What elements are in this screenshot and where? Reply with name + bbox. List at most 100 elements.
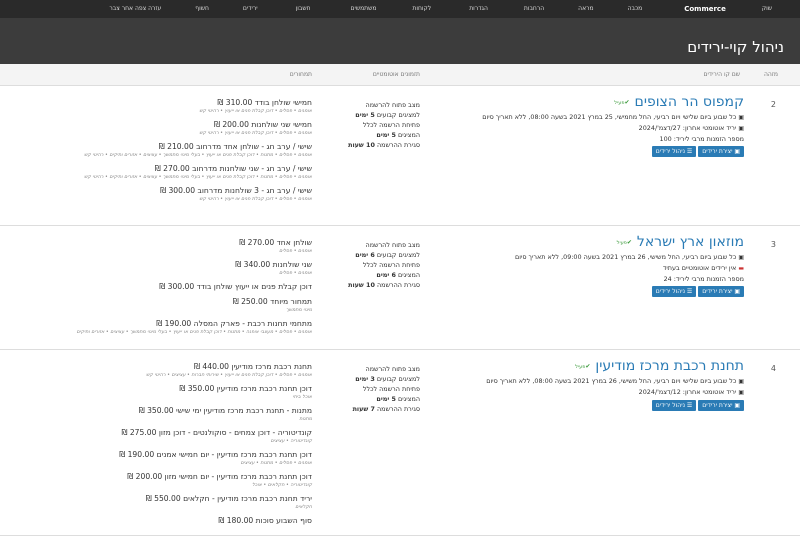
manage-fairs-button[interactable]: ☰ ניהול ירידים	[651, 400, 697, 411]
schedule-line: מצב פתוח להרשמה	[340, 240, 420, 250]
price-title: דוכן תחנת רכבת מרכז מודיעין - יום חמישי …	[119, 450, 312, 459]
fair-info: מוזאון ארץ ישראל ✔פעיל ▣כל שבוע ביום רביעי…	[424, 232, 744, 297]
price-title: דוכן קבלת פנים או ייעוץ שולחן בודד 300.0…	[159, 282, 312, 291]
price-item: קונדיטוריה - דוכן צמחים - סוקולנטים - דו…	[12, 428, 312, 445]
price-categories: אומנים • פסלים • דוכן קבלת פנים או ייעוץ…	[199, 131, 312, 136]
fair-name-link[interactable]: קמפוס הר הצופים	[635, 94, 744, 110]
price-categories: אומנים • פסלים • דוכן קבלת פנים או ייעוץ…	[199, 109, 312, 114]
price-title: תמחור מיוחד 250.00 ₪	[232, 297, 312, 306]
nav-item-7[interactable]: משתמשים	[351, 0, 377, 18]
price-categories: חקלאים	[295, 505, 312, 510]
fair-detail-line: ▬אין ירידים אוטומטיים בעתיד	[424, 263, 744, 274]
col-header-schedule: תזמונים אוטומטיים	[372, 71, 420, 78]
price-item: שישי / ערב חג - שולחן אחד מדרחוב 210.00 …	[12, 142, 312, 159]
fair-id: 3	[770, 240, 776, 249]
fair-detail-line: ▣יריד אוטומטי אחרון: 12/דצמ'/2024	[424, 387, 744, 398]
schedule-line: סגירת ההרשמה 7 שעות	[340, 404, 420, 414]
fair-name-link[interactable]: מוזאון ארץ ישראל	[637, 234, 744, 250]
price-title: חמישי שולחן בודד 310.00 ₪	[217, 98, 312, 107]
fair-detail-text: כל שבוע ביום רביעי, החל משישי, 26 במרץ 2…	[514, 253, 737, 261]
schedule-value: 6 ימים	[376, 271, 396, 279]
price-title: תחנת רכבת מרכז מודיעין 440.00 ₪	[194, 362, 312, 371]
price-item: יריד תחנת רכבת מרכז מודיעין - חקלאים 550…	[12, 494, 312, 511]
nav-item-5[interactable]: הגדרות	[469, 0, 488, 18]
fair-name-link[interactable]: תחנת רכבת מרכז מודיעין	[595, 358, 744, 374]
schedule-value: 10 שעות	[348, 141, 375, 149]
create-fairs-button[interactable]: ▣ יצירת ירידים	[698, 400, 744, 411]
schedule-line: פתיחת הרשמה לכלל	[340, 120, 420, 130]
nav-item-11[interactable]: עזרה צפה אחר צבר	[109, 0, 161, 18]
check-icon: ✔	[626, 238, 632, 246]
nav-item-1[interactable]: Commerce	[684, 0, 726, 18]
fair-name-line: תחנת רכבת מרכז מודיעין ✔פעיל	[424, 356, 744, 376]
schedule-text: סגירת ההרשמה	[374, 281, 420, 289]
price-title: שולחן אחד 270.00 ₪	[239, 238, 312, 247]
fair-detail-line: ▣כל שבוע ביום רביעי, החל משישי, 26 במרץ …	[424, 252, 744, 263]
fair-detail-line: ▣יריד אוטומטי אחרון: 27/דצמ'/2024	[424, 123, 744, 134]
schedule-text: מצב פתוח להרשמה	[365, 365, 420, 373]
nav-item-8[interactable]: חשבון	[296, 0, 311, 18]
price-item: תמחור מיוחד 250.00 ₪ מיגוי מתמשך	[12, 297, 312, 314]
price-title: קונדיטוריה - דוכן צמחים - סוקולנטים - דו…	[121, 428, 312, 437]
schedule-line: המציגים 6 ימים	[340, 270, 420, 280]
schedule-text: למציגים קבועים	[374, 111, 420, 119]
schedule-line: מצב פתוח להרשמה	[340, 100, 420, 110]
schedule-text: סגירת ההרשמה	[374, 141, 420, 149]
price-item: חמישי שולחן בודד 310.00 ₪ אומנים • פסלים …	[12, 98, 312, 115]
price-categories: אומנים • פסלים	[279, 249, 312, 254]
pricing-list: שולחן אחד 270.00 ₪ אומנים • פסלים שני שולח…	[12, 238, 312, 341]
nav-item-6[interactable]: לקוחות	[412, 0, 431, 18]
fair-info: תחנת רכבת מרכז מודיעין ✔פעיל ▣כל שבוע ביום…	[424, 356, 744, 411]
fair-detail-line: ▣כל שבוע ביום שלישי ויום רביעי, החל משיש…	[424, 376, 744, 387]
nav-item-0[interactable]: שוק	[762, 0, 772, 18]
create-fairs-button[interactable]: ▣ יצירת ירידים	[698, 146, 744, 157]
price-categories: קונדיטוריה • עציצים	[270, 439, 312, 444]
fair-detail-text: כל שבוע ביום שלישי ויום רביעי, החל משישי…	[486, 377, 737, 385]
auto-schedule: מצב פתוח להרשמה למציגים קבועים 6 ימים פתיח…	[340, 240, 420, 290]
price-item: חמישי שני שולחנות 200.00 ₪ אומנים • פסלים…	[12, 120, 312, 137]
auto-schedule: מצב פתוח להרשמה למציגים קבועים 3 ימים פתיח…	[340, 364, 420, 414]
price-categories: אומנים • פסלים • מעצבי אופנה • מתנות • ד…	[76, 330, 312, 335]
check-icon: ✔	[585, 362, 591, 370]
manage-fairs-button[interactable]: ☰ ניהול ירידים	[651, 146, 697, 157]
nav-item-10[interactable]: חשוף	[195, 0, 209, 18]
nav-item-3[interactable]: מראה	[578, 0, 593, 18]
fair-row: 4 תחנת רכבת מרכז מודיעין ✔פעיל ▣כל שבוע ביו…	[0, 350, 800, 536]
fair-id: 4	[770, 364, 776, 373]
fair-detail-text: כל שבוע ביום שלישי ויום רביעי, החל מחמיש…	[482, 113, 737, 121]
fair-actions: ▣ יצירת ירידים ☰ ניהול ירידים	[424, 286, 744, 297]
active-label: פעיל	[616, 239, 627, 246]
pricing-list: חמישי שולחן בודד 310.00 ₪ אומנים • פסלים …	[12, 98, 312, 208]
calendar-icon: ▣	[738, 378, 744, 385]
fair-id: 2	[770, 100, 776, 109]
schedule-text: למציגים קבועים	[374, 251, 420, 259]
nav-item-4[interactable]: הרחבות	[524, 0, 544, 18]
schedule-value: 5 ימים	[355, 111, 375, 119]
top-nav-items: שוק Commerce מכבה מראה הרחבות הגדרות לקוחות משת…	[73, 0, 772, 18]
price-title: שני שולחנות 340.00 ₪	[235, 260, 312, 269]
create-fairs-button[interactable]: ▣ יצירת ירידים	[698, 286, 744, 297]
schedule-line: סגירת ההרשמה 10 שעות	[340, 280, 420, 290]
schedule-line: פתיחת הרשמה לכלל	[340, 384, 420, 394]
active-label: פעיל	[614, 99, 625, 106]
price-title: דוכן תחנת רכבת מרכז מודיעין 350.00 ₪	[179, 384, 312, 393]
col-header-pricing: תמחורים	[289, 71, 312, 78]
schedule-line: סגירת ההרשמה 10 שעות	[340, 140, 420, 150]
col-header-name[interactable]: שם קו הירידים	[703, 71, 740, 78]
pricing-list: תחנת רכבת מרכז מודיעין 440.00 ₪ אומנים • …	[12, 362, 312, 531]
price-categories: אומנים • פסלים • מתנות • דוכן קבלת פנים …	[84, 153, 312, 158]
manage-fairs-button[interactable]: ☰ ניהול ירידים	[651, 286, 697, 297]
nav-item-9[interactable]: ירידים	[243, 0, 258, 18]
fair-detail-line: מספר הזמנות מרבי ליריד: 24	[424, 274, 744, 284]
schedule-value: 5 ימים	[376, 131, 396, 139]
col-header-id[interactable]: מזהה	[764, 71, 778, 78]
price-item: שולחן אחד 270.00 ₪ אומנים • פסלים	[12, 238, 312, 255]
price-categories: אומנים • פסלים • דוכן קבלת פנים או ייעוץ…	[199, 197, 312, 202]
price-item: שישי / ערב חג - שני שולחנות מדרחוב 270.0…	[12, 164, 312, 181]
schedule-line: המציגים 5 ימים	[340, 130, 420, 140]
price-categories: קונדיטוריה • חקלאים • אוכל	[252, 483, 312, 488]
nav-item-2[interactable]: מכבה	[628, 0, 643, 18]
page-title: ניהול קוי-ירידים	[687, 38, 784, 56]
price-title: מתנות - תחנת רכבת מרכז מודיעין ימי שישי …	[138, 406, 312, 415]
price-title: שישי / ערב חג - 3 שולחנות מדרחוב 300.00 …	[160, 186, 312, 195]
